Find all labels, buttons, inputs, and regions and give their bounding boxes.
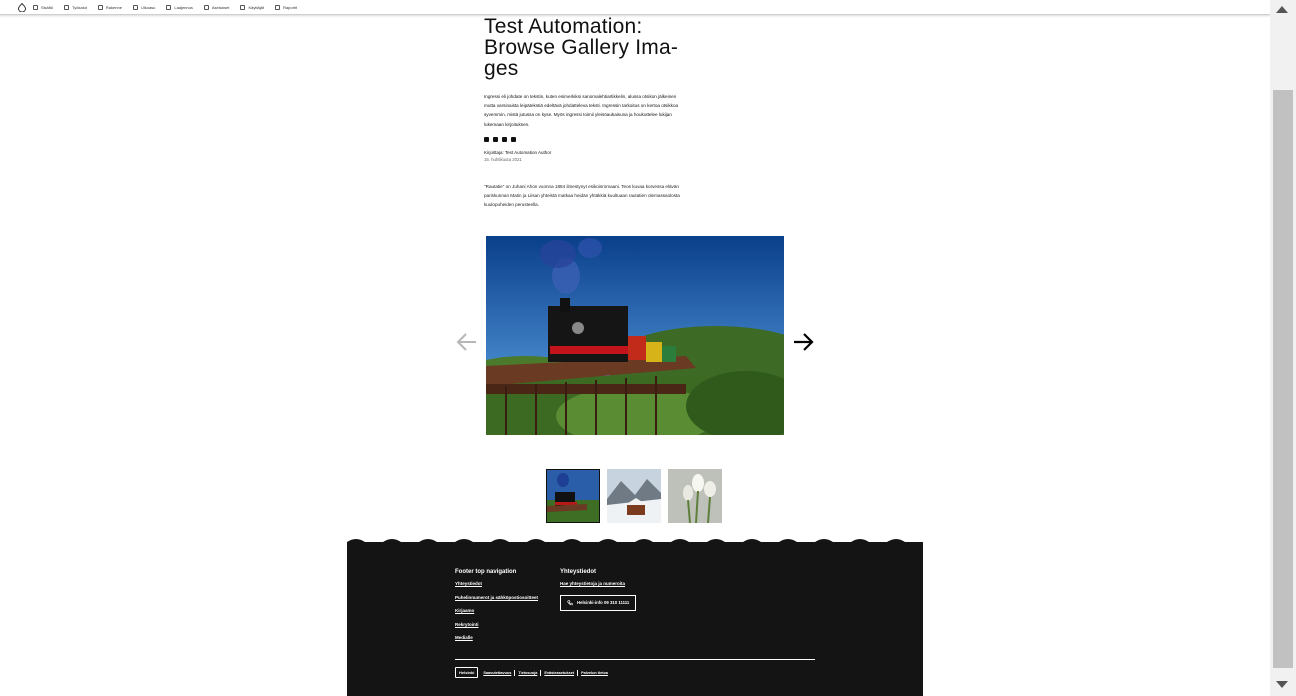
- share-links: [484, 136, 694, 142]
- footer-bottom-link[interactable]: Evästeasetukset: [544, 671, 574, 675]
- toolbar-item-appearance[interactable]: Ulkoasu: [132, 4, 156, 10]
- admin-toolbar: Sisältö Työkalut Rakenne Ulkoasu Laajenn…: [0, 0, 1270, 15]
- article-ingress: Ingressi eli johdate on tekstin, kuten e…: [484, 94, 679, 127]
- arrow-left-icon: [456, 333, 476, 351]
- thumbnail-train[interactable]: [546, 469, 600, 523]
- settings-icon: [203, 4, 209, 10]
- scroll-up-icon[interactable]: [1276, 6, 1288, 13]
- phone-button[interactable]: Helsinki-info 09 310 11111: [560, 594, 636, 611]
- footer-link-registry[interactable]: Kirjaamo: [455, 608, 538, 613]
- toolbar-label: Ulkoasu: [140, 4, 156, 10]
- linkedin-icon[interactable]: [493, 136, 498, 142]
- toolbar-label: Työkalut: [72, 4, 87, 10]
- toolbar-label: Laajennus: [174, 4, 193, 10]
- footer-bottom-link[interactable]: Tietosuoja: [518, 671, 537, 675]
- facebook-icon[interactable]: [484, 136, 489, 142]
- gallery-next-button[interactable]: [791, 330, 815, 354]
- article-date: 15. huhtikuuta 2021: [484, 156, 522, 162]
- separator: [514, 669, 516, 676]
- gallery-prev-button[interactable]: [455, 330, 479, 354]
- drupal-home-icon[interactable]: [17, 2, 27, 12]
- footer-link-phones[interactable]: Puhelinnumerot ja sähköpostiosoitteet: [455, 595, 538, 600]
- page-title: Test Automation: Browse Gallery Ima-ges: [484, 15, 679, 80]
- footer-contact-heading: Yhteystiedot: [560, 569, 597, 575]
- toolbar-item-tools[interactable]: Työkalut: [64, 4, 87, 10]
- separator: [577, 669, 579, 676]
- footer-divider: [455, 659, 815, 660]
- footer-bottom-link[interactable]: Palvelun tietoa: [581, 671, 608, 675]
- arrow-right-icon: [794, 333, 814, 351]
- footer-nav-heading: Footer top navigation: [455, 569, 517, 575]
- separator: [540, 669, 542, 676]
- toolbar-item-extend[interactable]: Laajennus: [166, 4, 193, 10]
- toolbar-label: Sisältö: [41, 4, 54, 10]
- extend-icon: [166, 4, 172, 10]
- reports-icon: [275, 4, 281, 10]
- footer-nav: Footer top navigation Yhteystiedot Puhel…: [455, 569, 538, 649]
- toolbar-item-settings[interactable]: Asetukset: [203, 4, 230, 10]
- thumbnail-mountain-village[interactable]: [607, 469, 661, 523]
- scrollbar-thumb[interactable]: [1273, 90, 1293, 668]
- thumbnail-tulips[interactable]: [668, 469, 722, 523]
- people-icon: [240, 4, 246, 10]
- helsinki-logo[interactable]: Helsinki: [455, 667, 479, 678]
- footer-link-media[interactable]: Medialle: [455, 635, 538, 640]
- phone-icon: [567, 599, 573, 605]
- article: Test Automation: Browse Gallery Ima-ges …: [484, 16, 694, 209]
- gallery-main-image: [486, 236, 784, 435]
- footer-wave: [347, 539, 923, 552]
- appearance-icon: [132, 4, 138, 10]
- article-body: "Rautatie" on Juhani Ahon vuonna 1884 il…: [484, 183, 680, 207]
- article-author: Kirjoittaja: Test Automation Author: [484, 149, 552, 155]
- email-icon[interactable]: [511, 136, 516, 142]
- content-icon: [33, 4, 38, 10]
- toolbar-item-people[interactable]: Käyttäjät: [240, 4, 265, 10]
- site-footer: Footer top navigation Yhteystiedot Puhel…: [347, 539, 923, 696]
- tools-icon: [64, 4, 70, 10]
- footer-link-search-contacts[interactable]: Hae yhteystietoja ja numeroita: [560, 581, 636, 586]
- phone-button-label: Helsinki-info 09 310 11111: [577, 600, 630, 605]
- footer-link-recruitment[interactable]: Rekrytointi: [455, 622, 538, 627]
- twitter-icon[interactable]: [502, 136, 507, 142]
- footer-link-contact[interactable]: Yhteystiedot: [455, 581, 538, 586]
- toolbar-label: Raportit: [283, 4, 298, 10]
- toolbar-item-content[interactable]: Sisältö: [33, 4, 54, 10]
- toolbar-label: Käyttäjät: [248, 4, 265, 10]
- footer-contact: Yhteystiedot Hae yhteystietoja ja numero…: [560, 569, 636, 611]
- scroll-down-icon[interactable]: [1276, 681, 1288, 688]
- structure-icon: [97, 4, 103, 10]
- toolbar-label: Rakenne: [105, 4, 122, 10]
- toolbar-item-structure[interactable]: Rakenne: [97, 4, 122, 10]
- page-scrollbar[interactable]: [1270, 0, 1296, 696]
- toolbar-item-reports[interactable]: Raportit: [275, 4, 298, 10]
- footer-bottom-link[interactable]: Saavutettavuus: [483, 671, 511, 675]
- gallery-thumbnails: [546, 469, 722, 523]
- footer-bottom: Helsinki Saavutettavuus Tietosuoja Eväst…: [455, 667, 608, 678]
- toolbar-label: Asetukset: [211, 4, 230, 10]
